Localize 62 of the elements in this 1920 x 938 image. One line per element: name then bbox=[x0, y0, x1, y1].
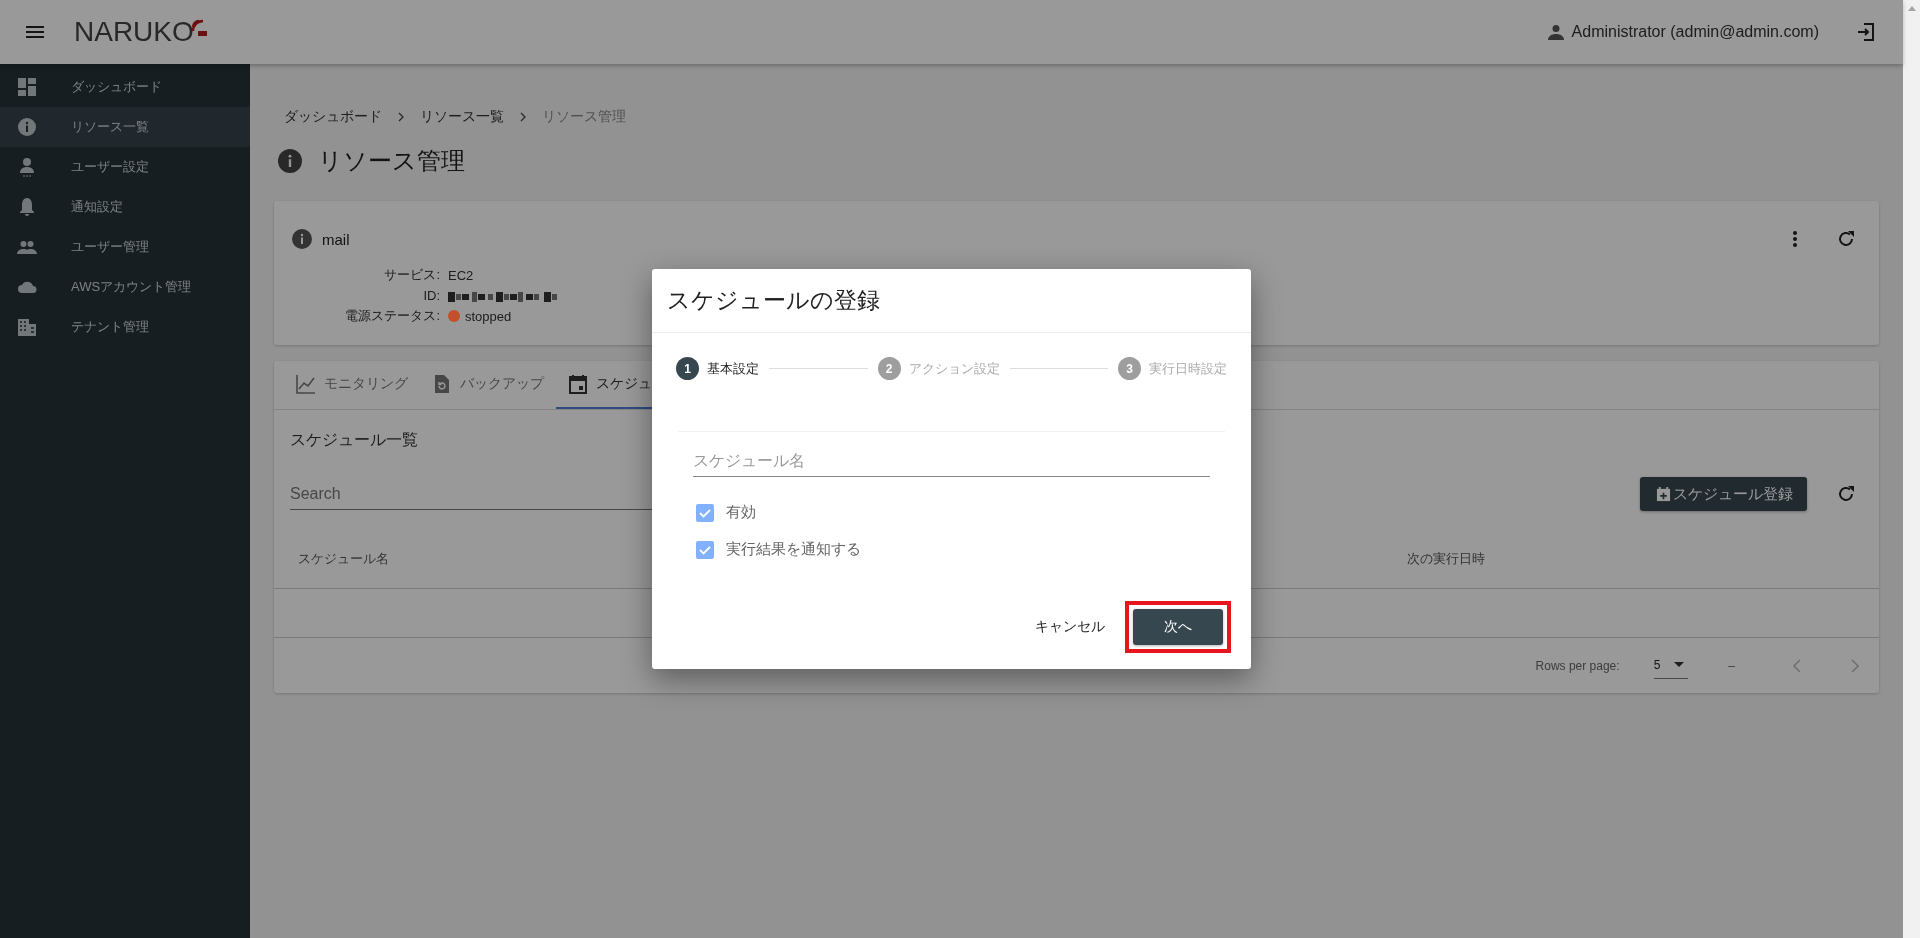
step-number: 1 bbox=[676, 357, 699, 380]
column-header[interactable]: 次の実行日時 bbox=[1407, 550, 1485, 568]
building-icon bbox=[17, 317, 37, 337]
refresh-icon[interactable] bbox=[1837, 485, 1855, 503]
calendar-add-icon bbox=[1656, 486, 1671, 502]
field-label: サービス: bbox=[383, 266, 440, 284]
chart-icon bbox=[296, 374, 316, 394]
resource-name: mail bbox=[322, 230, 350, 248]
info-icon bbox=[17, 117, 37, 137]
step-label: 基本設定 bbox=[707, 359, 759, 378]
tab[interactable]: モニタリング bbox=[284, 361, 420, 409]
sidebar-item[interactable]: ユーザー設定 bbox=[0, 147, 250, 187]
cancel-button[interactable]: キャンセル bbox=[1027, 610, 1113, 644]
user-icon bbox=[1547, 24, 1564, 40]
logout-icon[interactable] bbox=[1857, 23, 1875, 41]
sidebar-item[interactable]: 通知設定 bbox=[0, 187, 250, 227]
sidebar-item[interactable]: AWSアカウント管理 bbox=[0, 267, 250, 307]
caret-icon bbox=[1674, 662, 1685, 667]
rows-per-page-label: Rows per page: bbox=[1535, 659, 1620, 673]
person-icon bbox=[17, 157, 37, 177]
step-label: アクション設定 bbox=[908, 359, 1000, 378]
step-number: 2 bbox=[877, 357, 901, 380]
checkbox[interactable] bbox=[696, 503, 714, 522]
column-header[interactable]: スケジュール名 bbox=[298, 550, 389, 568]
checkbox-label: 有効 bbox=[726, 503, 756, 522]
sidebar-item[interactable]: ユーザー管理 bbox=[0, 227, 250, 267]
section-title: スケジュール一覧 bbox=[290, 430, 419, 450]
logo: NARUKO bbox=[74, 16, 194, 48]
dialog-title: スケジュールの登録 bbox=[667, 286, 880, 315]
sidebar-item[interactable]: テナント管理 bbox=[0, 307, 250, 347]
rows-per-page-select[interactable]: 5 bbox=[1653, 653, 1689, 679]
bell-icon bbox=[17, 197, 37, 217]
field-label: 電源ステータス: bbox=[344, 307, 440, 325]
breadcrumb-link[interactable]: ダッシュボード bbox=[284, 108, 382, 126]
tab[interactable]: バックアップ bbox=[420, 361, 556, 409]
page-range: – bbox=[1728, 659, 1735, 673]
chevron-icon bbox=[398, 112, 404, 122]
next-button[interactable]: 次へ bbox=[1133, 609, 1223, 645]
next-page-icon[interactable] bbox=[1851, 659, 1859, 673]
checkbox-label: 実行結果を通知する bbox=[726, 540, 861, 559]
menu-icon[interactable] bbox=[26, 26, 44, 38]
field-label: ID: bbox=[422, 288, 440, 303]
previous-page-icon[interactable] bbox=[1793, 659, 1801, 673]
sidebar-item[interactable]: ダッシュボード bbox=[0, 67, 250, 107]
refresh-icon[interactable] bbox=[1837, 230, 1855, 248]
breadcrumb-link[interactable]: リソース一覧 bbox=[420, 108, 504, 126]
chevron-icon bbox=[520, 112, 526, 122]
step-label: 実行日時設定 bbox=[1149, 359, 1227, 378]
dashboard-icon bbox=[17, 77, 37, 97]
user-name: Administrator (admin@admin.com) bbox=[1571, 23, 1819, 41]
more-icon[interactable] bbox=[1793, 231, 1797, 247]
step-number: 3 bbox=[1118, 357, 1141, 380]
info-icon bbox=[278, 149, 302, 173]
page-title: リソース管理 bbox=[318, 146, 465, 176]
calendar-icon bbox=[568, 374, 588, 394]
info-icon bbox=[292, 229, 312, 249]
checkbox[interactable] bbox=[696, 540, 714, 559]
register-schedule-button[interactable]: スケジュール登録 bbox=[1640, 477, 1807, 511]
status-text: stopped bbox=[465, 308, 512, 324]
field-value: EC2 bbox=[448, 267, 474, 283]
scroll-up-icon[interactable] bbox=[1907, 6, 1916, 11]
backup-icon bbox=[432, 374, 452, 394]
